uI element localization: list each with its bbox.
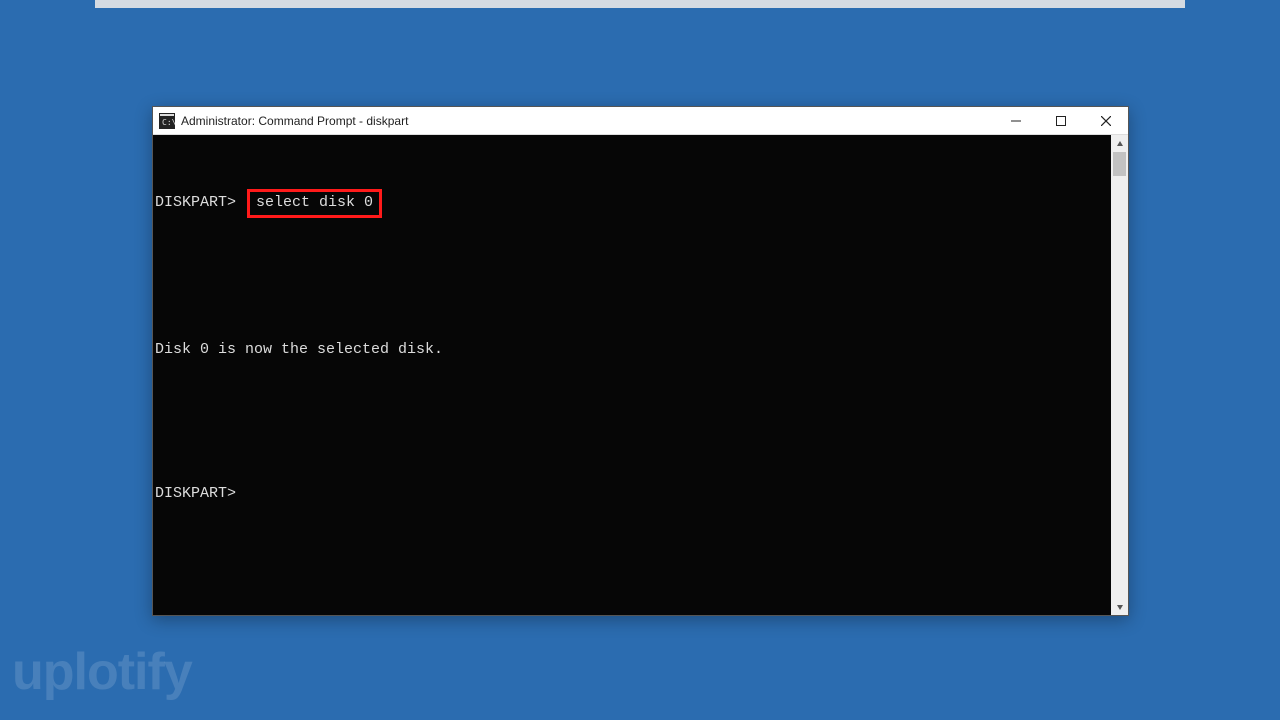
titlebar[interactable]: C:\ Administrator: Command Prompt - disk… bbox=[153, 107, 1128, 135]
scroll-up-button[interactable] bbox=[1111, 135, 1128, 152]
scrollbar[interactable] bbox=[1111, 135, 1128, 615]
maximize-button[interactable] bbox=[1038, 107, 1083, 135]
terminal-area: DISKPART> select disk 0 Disk 0 is now th… bbox=[153, 135, 1128, 615]
terminal-line: Disk 0 is now the selected disk. bbox=[153, 338, 1111, 362]
prompt: DISKPART> bbox=[155, 485, 236, 502]
window-controls bbox=[993, 107, 1128, 134]
minimize-button[interactable] bbox=[993, 107, 1038, 135]
highlighted-command: select disk 0 bbox=[247, 189, 382, 218]
svg-text:C:\: C:\ bbox=[162, 118, 175, 127]
scroll-track[interactable] bbox=[1111, 152, 1128, 598]
terminal-output[interactable]: DISKPART> select disk 0 Disk 0 is now th… bbox=[153, 135, 1111, 615]
cmd-icon: C:\ bbox=[159, 113, 175, 129]
terminal-line: DISKPART> select disk 0 bbox=[153, 189, 1111, 218]
scroll-thumb[interactable] bbox=[1113, 152, 1126, 176]
close-button[interactable] bbox=[1083, 107, 1128, 135]
window-title: Administrator: Command Prompt - diskpart bbox=[181, 114, 993, 128]
command-prompt-window: C:\ Administrator: Command Prompt - disk… bbox=[152, 106, 1129, 616]
top-bar-fragment bbox=[95, 0, 1185, 8]
prompt: DISKPART> bbox=[155, 194, 236, 211]
watermark-text: uplotify bbox=[12, 642, 192, 702]
terminal-line: DISKPART> bbox=[153, 482, 1111, 506]
scroll-down-button[interactable] bbox=[1111, 598, 1128, 615]
